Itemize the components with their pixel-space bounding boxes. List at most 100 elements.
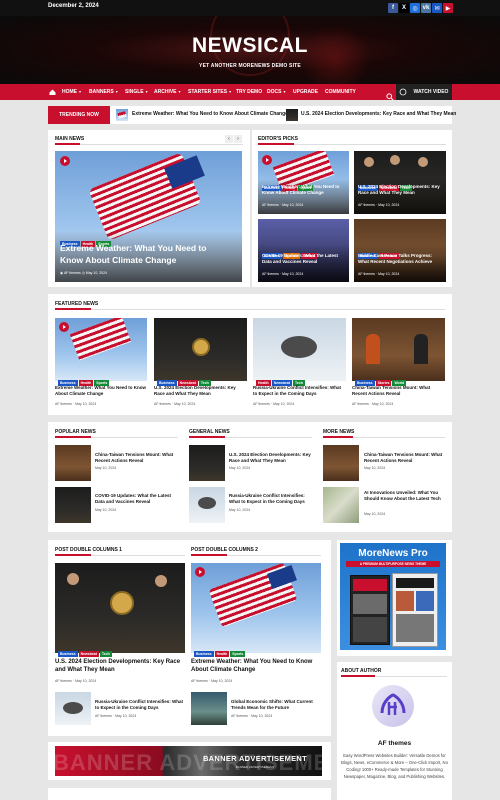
site-logo[interactable]: NEWSICAL <box>0 34 500 58</box>
tag-business[interactable]: Business <box>58 651 78 657</box>
more-date: May 10, 2024 <box>364 512 386 516</box>
post-double-image[interactable] <box>191 563 321 653</box>
featured-title[interactable]: China-Taiwan Tensions Mount: What Recent… <box>352 385 445 397</box>
post-double-sub-thumbnail[interactable] <box>55 692 91 725</box>
tag-tech[interactable]: Tech <box>99 651 112 657</box>
next-arrow-icon[interactable]: › <box>234 135 242 143</box>
facebook-icon[interactable]: f <box>388 3 398 13</box>
chevron-down-icon: ▾ <box>229 89 232 94</box>
featured-meta: AF themes · May 10, 2024 <box>253 402 295 406</box>
trending-thumbnail[interactable] <box>116 109 128 121</box>
editors-pick-title[interactable]: Middle East Peace Talks Progress: What R… <box>358 253 444 265</box>
banner-advertisement[interactable]: BANNER ADVERTISEMENT BANNER ADVERTISEMEN… <box>55 746 322 776</box>
post-double-title[interactable]: U.S. 2024 Election Developments: Key Rac… <box>55 658 185 674</box>
more-title[interactable]: AI Innovations Unveiled: What You Should… <box>364 490 446 502</box>
main-news-meta: ◉ AF themes ◷ May 10, 2024 <box>60 271 108 275</box>
tag-business[interactable]: Business <box>194 651 214 657</box>
tag-newsbeat[interactable]: Newsbeat <box>78 651 99 657</box>
author-name[interactable]: AF themes <box>337 740 452 747</box>
general-title[interactable]: Russia-Ukraine Conflict Intensifies: Wha… <box>229 493 313 505</box>
trending-item-1[interactable]: Extreme Weather: What You Need to Know A… <box>132 111 288 117</box>
popular-thumbnail[interactable] <box>55 487 91 523</box>
nav-item-community[interactable]: COMMUNITY <box>325 89 356 95</box>
section-accent <box>55 436 91 438</box>
editors-pick-meta: AF themes · May 10, 2024 <box>262 272 304 276</box>
post-double-sub-title[interactable]: Russia-Ukraine Conflict Intensifies: Wha… <box>95 699 185 711</box>
chevron-down-icon: ▾ <box>79 89 82 94</box>
promo-screenshot <box>392 573 438 647</box>
featured-title[interactable]: U.S. 2024 Election Developments: Key Rac… <box>154 385 246 397</box>
play-icon[interactable] <box>262 155 272 165</box>
editors-pick-title[interactable]: U.S. 2024 Election Developments: Key Rac… <box>358 184 444 196</box>
general-date: May 10, 2024 <box>229 466 251 470</box>
ad-subtitle: BANNER ADVERTISEMENT <box>235 765 275 769</box>
popular-title[interactable]: COVID-19 Updates: What the Latest Data a… <box>95 493 177 505</box>
nav-item-home[interactable]: HOME ▾ <box>62 89 81 95</box>
section-title: POST DOUBLE COLUMNS 2 <box>191 547 258 553</box>
youtube-icon[interactable]: ▶ <box>443 3 453 13</box>
site-tagline: YET ANOTHER MORENEWS DEMO SITE <box>199 63 301 69</box>
general-date: May 10, 2024 <box>229 508 251 512</box>
nav-item-banners[interactable]: BANNERS ▾ <box>89 89 118 95</box>
play-icon[interactable] <box>59 322 69 332</box>
instagram-icon[interactable]: ◎ <box>410 3 420 13</box>
nav-item-try-demo[interactable]: TRY DEMO <box>236 89 262 95</box>
vk-icon[interactable]: vk <box>421 3 431 13</box>
promo-banner[interactable]: MoreNews Pro A PREMIUM MULTIPURPOSE NEWS… <box>340 543 446 650</box>
section-accent <box>323 436 353 438</box>
email-icon[interactable]: ✉ <box>432 3 442 13</box>
play-icon[interactable] <box>60 156 70 166</box>
editors-pick-title[interactable]: Extreme Weather: What You Need to Know A… <box>262 184 346 196</box>
dark-mode-toggle[interactable] <box>396 84 410 100</box>
popular-date: May 10, 2024 <box>95 466 117 470</box>
editors-pick-meta: AF themes · May 10, 2024 <box>262 203 304 207</box>
editors-pick-title[interactable]: COVID-19 Updates: What the Latest Data a… <box>262 253 346 265</box>
promo-subtitle: A PREMIUM MULTIPURPOSE NEWS THEME <box>346 561 440 567</box>
general-thumbnail[interactable] <box>189 487 225 523</box>
editors-pick-meta: AF themes · May 10, 2024 <box>358 203 400 207</box>
tag-health[interactable]: Health <box>214 651 230 657</box>
popular-title[interactable]: China-Taiwan Tensions Mount: What Recent… <box>95 452 177 464</box>
section-title: FEATURED NEWS <box>55 301 99 307</box>
nav-item-docs[interactable]: DOCS ▾ <box>267 89 285 95</box>
section-accent <box>258 143 294 145</box>
popular-thumbnail[interactable] <box>55 445 91 481</box>
section-accent <box>191 554 227 556</box>
watch-video-button[interactable]: WATCH VIDEO <box>410 84 452 100</box>
more-thumbnail[interactable] <box>323 487 359 523</box>
featured-meta: AF themes · May 10, 2024 <box>352 402 394 406</box>
more-thumbnail[interactable] <box>323 445 359 481</box>
featured-title[interactable]: Extreme Weather: What You Need to Know A… <box>55 385 147 397</box>
section-divider <box>55 144 243 145</box>
section-accent <box>55 308 91 310</box>
nav-item-upgrade[interactable]: UPGRADE <box>293 89 318 95</box>
general-title[interactable]: U.S. 2024 Election Developments: Key Rac… <box>229 452 313 464</box>
tag-sports[interactable]: Sports <box>230 651 246 657</box>
nav-item-single[interactable]: SINGLE ▾ <box>125 89 148 95</box>
post-double-image[interactable] <box>55 563 185 653</box>
chevron-down-icon: ▾ <box>178 89 181 94</box>
featured-meta: AF themes · May 10, 2024 <box>55 402 97 406</box>
post-double-sub-thumbnail[interactable] <box>191 692 227 725</box>
nav-item-starter-sites[interactable]: STARTER SITES ▾ <box>188 89 231 95</box>
chevron-down-icon: ▾ <box>145 89 148 94</box>
home-icon[interactable] <box>48 84 57 100</box>
play-icon[interactable] <box>195 567 205 577</box>
section-title: EDITOR'S PICKS <box>258 136 298 142</box>
section-accent <box>55 143 80 145</box>
general-thumbnail[interactable] <box>189 445 225 481</box>
post-double-title[interactable]: Extreme Weather: What You Need to Know A… <box>191 658 321 674</box>
nav-item-archive[interactable]: ARCHIVE ▾ <box>154 89 181 95</box>
search-icon[interactable] <box>386 88 394 101</box>
trending-thumbnail[interactable] <box>286 109 298 121</box>
more-title[interactable]: China-Taiwan Tensions Mount: What Recent… <box>364 452 446 464</box>
trending-item-2[interactable]: U.S. 2024 Election Developments: Key Rac… <box>301 111 456 117</box>
post-double-sub-title[interactable]: Global Economic Shifts: What Current Tre… <box>231 699 321 711</box>
section-title: POST DOUBLE COLUMNS 1 <box>55 547 122 553</box>
post-double-meta: AF themes · May 10, 2024 <box>191 679 233 683</box>
featured-title[interactable]: Russia-Ukraine Conflict Intensifies: Wha… <box>253 385 346 397</box>
main-news-headline[interactable]: Extreme Weather: What You Need to Know A… <box>60 242 230 266</box>
x-icon[interactable]: X <box>399 3 409 13</box>
avatar[interactable] <box>372 685 414 727</box>
prev-arrow-icon[interactable]: ‹ <box>225 135 233 143</box>
